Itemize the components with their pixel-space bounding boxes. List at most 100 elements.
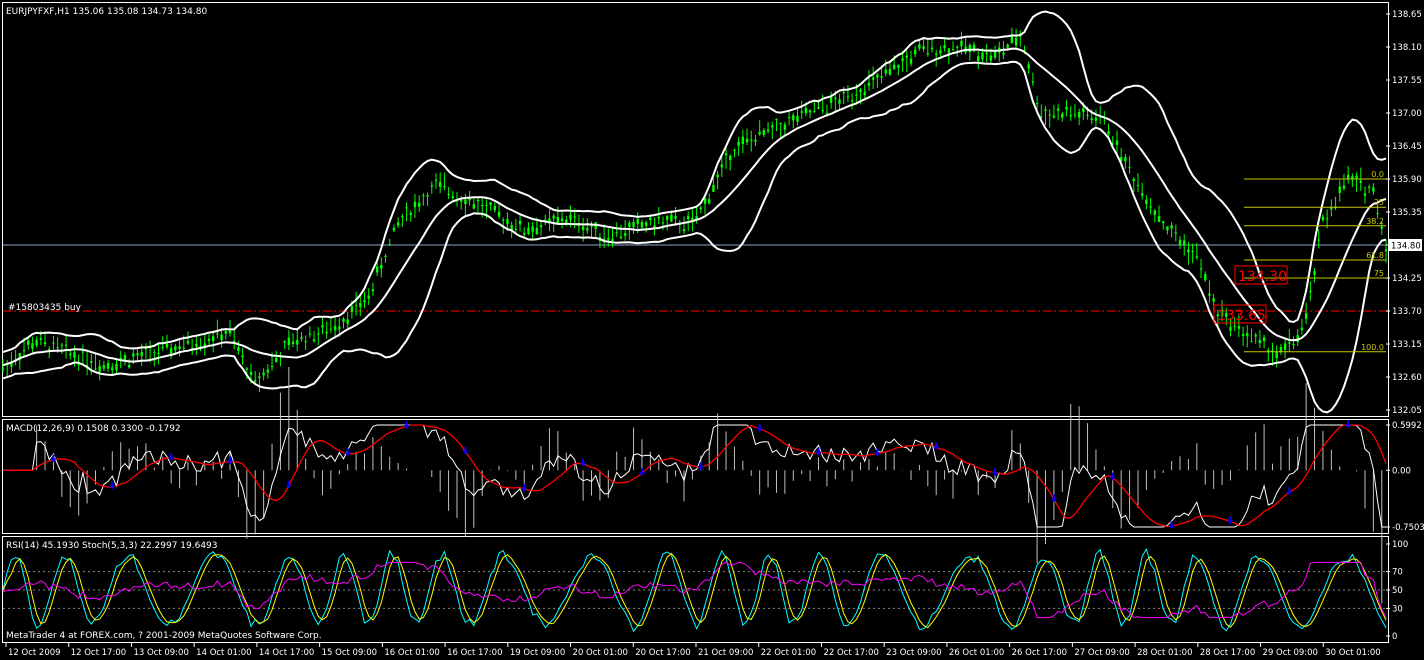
candle-body — [258, 376, 261, 379]
time-tick-label: 19 Oct 09:00 — [510, 648, 565, 658]
candle-body — [813, 110, 816, 112]
candle-body — [1052, 115, 1056, 118]
candle-body — [737, 141, 740, 146]
candle-body — [1204, 274, 1207, 281]
candle-body — [1254, 334, 1257, 337]
candle-body — [539, 225, 543, 228]
candle-body — [792, 115, 795, 121]
candle-body — [745, 138, 749, 143]
candle-body — [1082, 108, 1085, 113]
candle-body — [686, 215, 690, 219]
candle-body — [178, 346, 181, 349]
candle-body — [1262, 337, 1266, 342]
candle-body — [985, 52, 988, 54]
candle-body — [1128, 167, 1131, 169]
candle-body — [1241, 333, 1245, 336]
candle-body — [64, 344, 68, 346]
candle-body — [140, 351, 143, 357]
time-tick-label: 20 Oct 17:00 — [635, 648, 690, 658]
candle-body — [363, 300, 366, 303]
time-tick-label: 22 Oct 01:00 — [761, 648, 816, 658]
candle-body — [1191, 250, 1194, 253]
signal-arrow-down — [992, 468, 999, 477]
price-tick-label: 132.05 — [1392, 406, 1422, 416]
candle-body — [708, 199, 711, 204]
candle-body — [615, 232, 618, 234]
candle-body — [1006, 44, 1009, 48]
candle-body — [52, 342, 55, 344]
candle-body — [409, 212, 412, 216]
candle-body — [1073, 114, 1077, 116]
candle-body — [1233, 325, 1236, 327]
candle-body — [1363, 193, 1367, 196]
candle-body — [161, 347, 164, 349]
candle-body — [892, 64, 896, 70]
price-box-upper-label: 134.30 — [1238, 269, 1287, 285]
candle-body — [741, 136, 745, 145]
candle-body — [1229, 326, 1232, 331]
candle-body — [497, 211, 501, 217]
time-tick-label: 15 Oct 09:00 — [322, 648, 377, 658]
candle-body — [1208, 293, 1211, 296]
candle-body — [670, 214, 673, 222]
candle-body — [531, 226, 534, 232]
signal-arrow-down — [521, 483, 528, 492]
candle-body — [1346, 174, 1350, 180]
candle-body — [211, 336, 215, 342]
candle-body — [762, 130, 766, 135]
candle-body — [665, 215, 669, 220]
fib-level-label: 25 — [1374, 198, 1384, 207]
candle-body — [808, 110, 812, 113]
price-tick-label: 137.00 — [1392, 109, 1422, 119]
candle-body — [922, 46, 925, 49]
candle-body — [489, 202, 492, 206]
candle-body — [552, 215, 555, 219]
candle-body — [287, 337, 291, 345]
candle-body — [1048, 114, 1051, 116]
candle-body — [283, 341, 286, 343]
chart-canvas[interactable]: 0.0 25 38.2 61.8 75 100.0 138.65 138.10 137.55 1… — [0, 0, 1424, 660]
candle-body — [644, 222, 648, 226]
candle-body — [636, 219, 639, 224]
price-tick-label: 137.55 — [1392, 76, 1422, 86]
macd-tick-label: 0.5992 — [1392, 421, 1422, 431]
candle-body — [1044, 109, 1047, 111]
time-tick-label: 27 Oct 09:00 — [1074, 648, 1129, 658]
candle-body — [69, 353, 72, 356]
candle-body — [926, 53, 930, 55]
candle-body — [417, 202, 421, 207]
mt4-chart-window[interactable]: 0.0 25 38.2 61.8 75 100.0 138.65 138.10 137.55 1… — [0, 0, 1424, 660]
candle-body — [913, 49, 917, 55]
candle-body — [380, 264, 383, 269]
time-tick-label: 26 Oct 01:00 — [949, 648, 1004, 658]
candle-body — [451, 196, 454, 199]
candle-body — [569, 214, 572, 220]
candle-body — [674, 216, 677, 219]
time-tick-label: 16 Oct 01:00 — [384, 648, 439, 658]
candle-body — [375, 266, 379, 273]
candle-body — [527, 227, 530, 234]
candle-body — [1115, 140, 1119, 145]
candle-body — [1031, 81, 1035, 83]
candle-body — [619, 236, 623, 239]
candle-body — [35, 339, 38, 346]
candle-body — [842, 91, 845, 94]
candle-body — [989, 55, 993, 61]
candle-body — [115, 363, 118, 371]
candle-body — [329, 328, 333, 330]
candle-body — [1313, 271, 1316, 275]
candle-body — [1027, 64, 1030, 69]
candle-body — [750, 139, 753, 141]
candle-body — [1250, 341, 1253, 343]
time-tick-label: 12 Oct 2009 — [8, 648, 61, 658]
signal-arrow-down — [403, 420, 410, 429]
signal-arrow-down — [1227, 516, 1234, 525]
fib-level-label: 75 — [1374, 269, 1384, 278]
price-tick-label: 138.10 — [1392, 43, 1422, 53]
candle-body — [905, 55, 908, 58]
candle-body — [956, 46, 959, 48]
signal-arrow-down — [756, 424, 763, 433]
candle-body — [291, 341, 295, 344]
candle-body — [1288, 342, 1291, 344]
order-label[interactable]: #15803435 buy — [8, 303, 82, 313]
